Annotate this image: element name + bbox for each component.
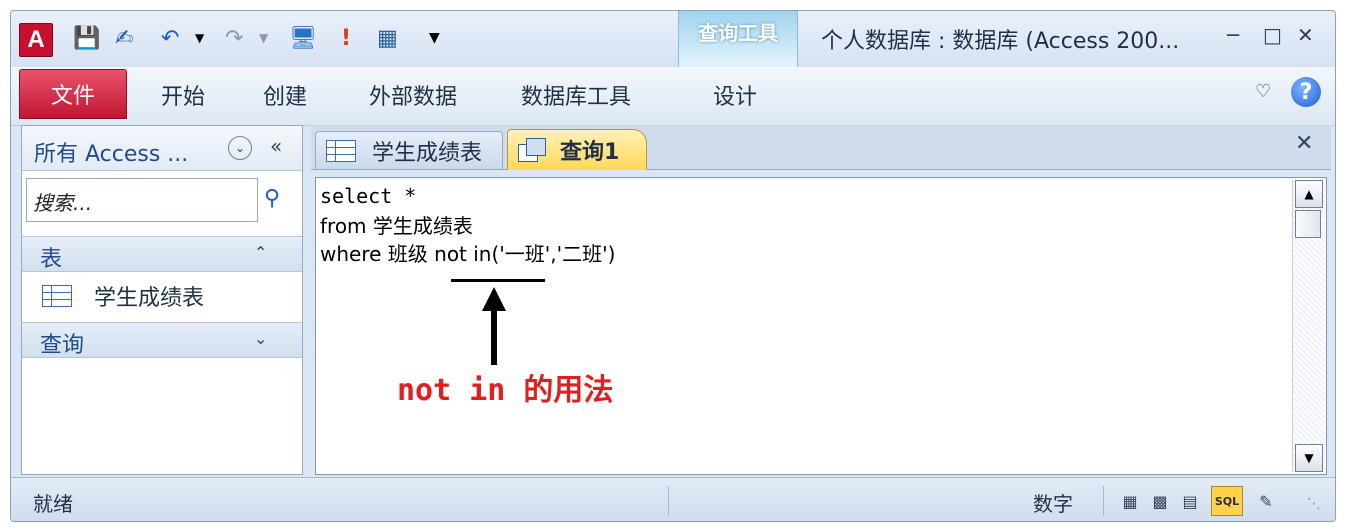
resize-grip-icon[interactable]: ⋱ [1307,496,1321,512]
scroll-up-icon[interactable]: ▲ [1295,180,1323,208]
navigation-pane: 所有 Access ... ⌄ « 搜索... ⚲ 表 ⌃ 学生成绩表 查询 ⌄ [21,125,303,475]
help-icon[interactable]: ? [1291,77,1321,107]
pivotchart-view-icon[interactable]: ▤ [1179,490,1201,512]
tab-design[interactable]: 设计 [713,79,757,111]
view-icon[interactable]: 🖥 [289,23,317,53]
nav-group-label: 查询 [40,333,85,358]
scroll-down-icon[interactable]: ▼ [1295,444,1323,472]
close-document-icon[interactable]: ✕ [1295,131,1313,156]
nav-group-label: 表 [40,247,63,272]
search-input[interactable]: 搜索... [26,178,258,222]
chevron-down-icon[interactable]: ⌄ [254,329,267,348]
chevron-down-icon[interactable]: ⌄ [228,136,252,160]
nav-header-label: 所有 Access ... [34,142,189,167]
redo-dropdown-icon: ▼ [259,31,269,45]
tab-student-scores[interactable]: 学生成绩表 [315,131,503,169]
tab-external-data[interactable]: 外部数据 [369,79,457,111]
ribbon [11,67,1335,126]
annotation-text: not in 的用法 [397,373,614,408]
status-divider [1103,486,1104,516]
customize-icon[interactable]: ▼ [429,23,440,53]
window-title: 个人数据库 : 数据库 (Access 200... [821,29,1180,54]
nav-group-queries[interactable]: 查询 ⌄ [22,322,302,358]
save-icon[interactable]: 💾 [73,23,100,53]
tab-database-tools[interactable]: 数据库工具 [521,79,631,111]
context-group-label: 查询工具 [698,21,778,45]
annotation-underline [451,279,545,282]
undo-icon[interactable]: ↶ [161,23,179,53]
vertical-scrollbar[interactable]: ▲ ▼ [1292,180,1325,472]
close-icon[interactable]: ✕ [1297,23,1314,47]
status-bar: 就绪 数字 ▦ ▩ ▤ SQL ✎ ⋱ [11,477,1335,521]
collapse-pane-icon[interactable]: « [270,134,282,158]
table-icon [42,285,72,307]
search-placeholder: 搜索... [33,191,93,215]
access-window: A 💾 ✍ ↶ ▼ ↷ ▼ 🖥 ! ▦ ▼ 个人数据库 : 数据库 (Acces… [10,10,1336,522]
redo-icon: ↷ [225,25,244,51]
tab-query1[interactable]: 查询1 [507,129,647,170]
status-divider [668,486,669,516]
tab-create[interactable]: 创建 [263,79,307,111]
sidebar-item-label: 学生成绩表 [94,286,205,311]
restore-icon[interactable]: □ [1263,23,1282,47]
design-icon[interactable]: ✍ [115,23,133,53]
sql-editor[interactable]: select * from 学生成绩表 where 班级 not in('一班'… [315,177,1327,475]
query-icon [518,138,546,162]
tab-home[interactable]: 开始 [161,79,205,111]
title-bar: A 💾 ✍ ↶ ▼ ↷ ▼ 🖥 ! ▦ ▼ 个人数据库 : 数据库 (Acces… [11,11,1335,67]
table-icon [326,139,356,162]
table-icon[interactable]: ▦ [377,23,398,53]
sql-line-1: select * [320,184,417,208]
file-tab[interactable]: 文件 [19,69,127,119]
search-icon[interactable]: ⚲ [264,186,280,211]
sql-view-button[interactable]: SQL [1211,486,1243,516]
ribbon-minimize-icon[interactable]: ♡ [1255,81,1271,102]
chevron-up-icon[interactable]: ⌃ [254,243,267,262]
nav-header[interactable]: 所有 Access ... ⌄ « [22,126,302,171]
pivottable-view-icon[interactable]: ▩ [1149,490,1171,512]
sql-line-3: where 班级 not in('一班','二班') [320,242,616,266]
scroll-thumb[interactable] [1295,210,1321,238]
status-ready: 就绪 [33,492,73,516]
sidebar-item-student-scores[interactable]: 学生成绩表 [42,278,204,314]
tab-label: 学生成绩表 [372,140,483,166]
status-num-lock: 数字 [1033,492,1073,516]
annotation-arrow [491,307,497,365]
sql-line-2: from 学生成绩表 [320,214,473,238]
access-logo[interactable]: A [19,23,53,57]
document-tabs: 学生成绩表 查询1 ✕ [311,125,1331,170]
tab-label: 查询1 [560,140,620,165]
minimize-icon[interactable]: ─ [1227,23,1239,47]
datasheet-view-icon[interactable]: ▦ [1119,490,1141,512]
undo-dropdown-icon[interactable]: ▼ [195,23,204,53]
nav-group-tables[interactable]: 表 ⌃ [22,236,302,272]
design-view-icon[interactable]: ✎ [1255,490,1277,512]
run-icon[interactable]: ! [341,23,351,53]
